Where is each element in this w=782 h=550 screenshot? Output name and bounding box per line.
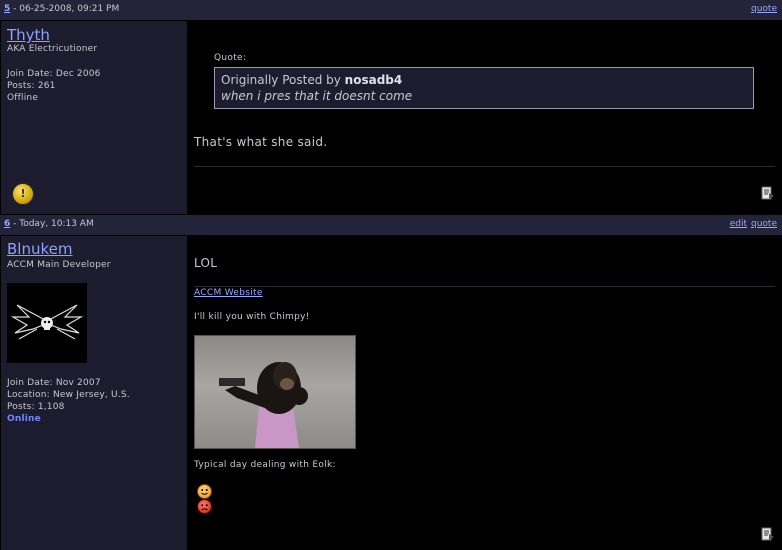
- location: Location: New Jersey, U.S.: [7, 390, 130, 400]
- post-count: Posts: 1,108: [7, 402, 65, 412]
- post-header: 5 - 06-25-2008, 09:21 PM quote: [0, 0, 782, 21]
- post-date: - 06-25-2008, 09:21 PM: [10, 4, 120, 14]
- join-date: Join Date: Nov 2007: [7, 378, 101, 388]
- avatar: [7, 283, 87, 363]
- signature-line-2: Typical day dealing with Eolk:: [194, 460, 336, 470]
- quote-label: Quote:: [214, 53, 247, 63]
- report-post-icon[interactable]: [761, 527, 775, 541]
- post-count: Posts: 261: [7, 81, 56, 91]
- warning-icon[interactable]: !: [12, 183, 34, 205]
- quote-prefix: Originally Posted by: [221, 73, 345, 87]
- user-info: Join Date: Nov 2007 Location: New Jersey…: [7, 377, 130, 425]
- quote-text: when i pres that it doesnt come: [221, 89, 413, 103]
- happy-smiley-icon: [197, 484, 212, 499]
- username-link[interactable]: Thyth: [7, 26, 50, 44]
- angry-smiley-icon: [197, 499, 212, 514]
- post-divider: [194, 166, 775, 167]
- online-status: Online: [7, 414, 41, 424]
- post-5: 5 - 06-25-2008, 09:21 PM quote Thyth AKA…: [0, 0, 782, 215]
- post-message: LOL: [194, 256, 218, 270]
- avatar-emblem-icon: [10, 304, 84, 340]
- user-sidebar: Thyth AKA Electricutioner Join Date: Dec…: [1, 21, 187, 214]
- user-info: Join Date: Dec 2006 Posts: 261 Offline: [7, 68, 101, 104]
- post-date: - Today, 10:13 AM: [10, 219, 94, 229]
- user-title: AKA Electricutioner: [7, 44, 98, 54]
- username-link[interactable]: Blnukem: [7, 240, 72, 258]
- join-date: Join Date: Dec 2006: [7, 69, 101, 79]
- quote-link[interactable]: quote: [751, 4, 777, 14]
- chimp-image: [194, 335, 356, 449]
- user-sidebar: Blnukem ACCM Main Developer Join Date: N…: [1, 236, 187, 550]
- quote-block: Originally Posted by nosadb4 when i pres…: [214, 67, 754, 109]
- signature-line-1: I'll kill you with Chimpy!: [194, 312, 310, 322]
- post-message: That's what she said.: [194, 135, 328, 149]
- quote-link[interactable]: quote: [751, 219, 777, 229]
- quote-author: nosadb4: [344, 73, 403, 87]
- user-title: ACCM Main Developer: [7, 260, 111, 270]
- post-6: 6 - Today, 10:13 AM edit quote Blnukem AC…: [0, 215, 782, 550]
- edit-link[interactable]: edit: [730, 219, 747, 229]
- post-header: 6 - Today, 10:13 AM edit quote: [0, 215, 782, 236]
- signature-divider: [194, 286, 775, 287]
- report-post-icon[interactable]: [761, 186, 775, 200]
- post-body: Quote: Originally Posted by nosadb4 when…: [188, 21, 781, 214]
- post-body: LOL ACCM Website I'll kill you with Chim…: [188, 236, 781, 550]
- accm-website-link[interactable]: ACCM Website: [194, 288, 263, 298]
- online-status: Offline: [7, 93, 39, 103]
